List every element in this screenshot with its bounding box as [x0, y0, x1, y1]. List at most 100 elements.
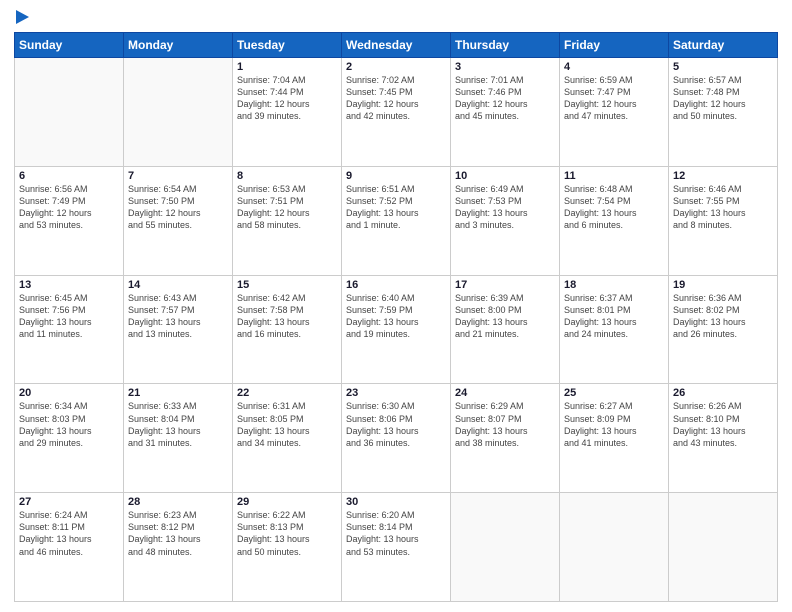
calendar-cell: 26Sunrise: 6:26 AM Sunset: 8:10 PM Dayli… — [669, 384, 778, 493]
calendar-cell: 4Sunrise: 6:59 AM Sunset: 7:47 PM Daylig… — [560, 58, 669, 167]
day-number: 8 — [237, 170, 337, 182]
day-detail: Sunrise: 6:24 AM Sunset: 8:11 PM Dayligh… — [19, 509, 119, 558]
calendar-cell: 2Sunrise: 7:02 AM Sunset: 7:45 PM Daylig… — [342, 58, 451, 167]
day-detail: Sunrise: 6:26 AM Sunset: 8:10 PM Dayligh… — [673, 400, 773, 449]
day-detail: Sunrise: 6:49 AM Sunset: 7:53 PM Dayligh… — [455, 183, 555, 232]
day-number: 7 — [128, 170, 228, 182]
calendar-cell: 1Sunrise: 7:04 AM Sunset: 7:44 PM Daylig… — [233, 58, 342, 167]
day-number: 14 — [128, 279, 228, 291]
calendar-header-row: SundayMondayTuesdayWednesdayThursdayFrid… — [15, 33, 778, 58]
calendar-cell: 13Sunrise: 6:45 AM Sunset: 7:56 PM Dayli… — [15, 275, 124, 384]
day-number: 23 — [346, 387, 446, 399]
day-detail: Sunrise: 6:22 AM Sunset: 8:13 PM Dayligh… — [237, 509, 337, 558]
day-number: 17 — [455, 279, 555, 291]
calendar-cell: 5Sunrise: 6:57 AM Sunset: 7:48 PM Daylig… — [669, 58, 778, 167]
day-number: 26 — [673, 387, 773, 399]
calendar-cell: 27Sunrise: 6:24 AM Sunset: 8:11 PM Dayli… — [15, 493, 124, 602]
day-number: 19 — [673, 279, 773, 291]
day-detail: Sunrise: 6:42 AM Sunset: 7:58 PM Dayligh… — [237, 292, 337, 341]
calendar-header-saturday: Saturday — [669, 33, 778, 58]
day-number: 6 — [19, 170, 119, 182]
calendar-cell: 29Sunrise: 6:22 AM Sunset: 8:13 PM Dayli… — [233, 493, 342, 602]
logo — [14, 10, 29, 24]
calendar-cell: 20Sunrise: 6:34 AM Sunset: 8:03 PM Dayli… — [15, 384, 124, 493]
calendar-cell — [560, 493, 669, 602]
day-detail: Sunrise: 7:02 AM Sunset: 7:45 PM Dayligh… — [346, 74, 446, 123]
calendar-cell: 9Sunrise: 6:51 AM Sunset: 7:52 PM Daylig… — [342, 166, 451, 275]
calendar-header-thursday: Thursday — [451, 33, 560, 58]
logo-arrow-icon — [16, 10, 29, 24]
day-detail: Sunrise: 6:29 AM Sunset: 8:07 PM Dayligh… — [455, 400, 555, 449]
day-number: 24 — [455, 387, 555, 399]
day-number: 21 — [128, 387, 228, 399]
day-number: 28 — [128, 496, 228, 508]
day-number: 12 — [673, 170, 773, 182]
calendar-cell: 30Sunrise: 6:20 AM Sunset: 8:14 PM Dayli… — [342, 493, 451, 602]
calendar-header-wednesday: Wednesday — [342, 33, 451, 58]
day-detail: Sunrise: 6:30 AM Sunset: 8:06 PM Dayligh… — [346, 400, 446, 449]
day-number: 25 — [564, 387, 664, 399]
day-number: 22 — [237, 387, 337, 399]
day-number: 10 — [455, 170, 555, 182]
calendar-cell — [15, 58, 124, 167]
day-detail: Sunrise: 6:34 AM Sunset: 8:03 PM Dayligh… — [19, 400, 119, 449]
calendar-cell: 3Sunrise: 7:01 AM Sunset: 7:46 PM Daylig… — [451, 58, 560, 167]
day-detail: Sunrise: 6:33 AM Sunset: 8:04 PM Dayligh… — [128, 400, 228, 449]
day-detail: Sunrise: 6:39 AM Sunset: 8:00 PM Dayligh… — [455, 292, 555, 341]
day-number: 27 — [19, 496, 119, 508]
calendar-cell: 23Sunrise: 6:30 AM Sunset: 8:06 PM Dayli… — [342, 384, 451, 493]
calendar-cell: 24Sunrise: 6:29 AM Sunset: 8:07 PM Dayli… — [451, 384, 560, 493]
header — [14, 10, 778, 24]
day-number: 18 — [564, 279, 664, 291]
calendar-cell — [669, 493, 778, 602]
day-detail: Sunrise: 6:54 AM Sunset: 7:50 PM Dayligh… — [128, 183, 228, 232]
day-detail: Sunrise: 6:20 AM Sunset: 8:14 PM Dayligh… — [346, 509, 446, 558]
day-detail: Sunrise: 6:23 AM Sunset: 8:12 PM Dayligh… — [128, 509, 228, 558]
logo-line1 — [14, 10, 29, 24]
day-number: 11 — [564, 170, 664, 182]
calendar-week-5: 27Sunrise: 6:24 AM Sunset: 8:11 PM Dayli… — [15, 493, 778, 602]
day-detail: Sunrise: 6:40 AM Sunset: 7:59 PM Dayligh… — [346, 292, 446, 341]
calendar-header-friday: Friday — [560, 33, 669, 58]
calendar-cell: 12Sunrise: 6:46 AM Sunset: 7:55 PM Dayli… — [669, 166, 778, 275]
calendar-table: SundayMondayTuesdayWednesdayThursdayFrid… — [14, 32, 778, 602]
calendar-cell: 7Sunrise: 6:54 AM Sunset: 7:50 PM Daylig… — [124, 166, 233, 275]
day-number: 3 — [455, 61, 555, 73]
calendar-cell: 28Sunrise: 6:23 AM Sunset: 8:12 PM Dayli… — [124, 493, 233, 602]
calendar-week-1: 1Sunrise: 7:04 AM Sunset: 7:44 PM Daylig… — [15, 58, 778, 167]
calendar-cell — [124, 58, 233, 167]
day-number: 9 — [346, 170, 446, 182]
day-number: 5 — [673, 61, 773, 73]
calendar-cell: 19Sunrise: 6:36 AM Sunset: 8:02 PM Dayli… — [669, 275, 778, 384]
calendar-cell: 11Sunrise: 6:48 AM Sunset: 7:54 PM Dayli… — [560, 166, 669, 275]
day-detail: Sunrise: 7:01 AM Sunset: 7:46 PM Dayligh… — [455, 74, 555, 123]
day-detail: Sunrise: 7:04 AM Sunset: 7:44 PM Dayligh… — [237, 74, 337, 123]
day-number: 20 — [19, 387, 119, 399]
day-detail: Sunrise: 6:56 AM Sunset: 7:49 PM Dayligh… — [19, 183, 119, 232]
day-detail: Sunrise: 6:43 AM Sunset: 7:57 PM Dayligh… — [128, 292, 228, 341]
day-detail: Sunrise: 6:45 AM Sunset: 7:56 PM Dayligh… — [19, 292, 119, 341]
day-number: 15 — [237, 279, 337, 291]
calendar-week-4: 20Sunrise: 6:34 AM Sunset: 8:03 PM Dayli… — [15, 384, 778, 493]
day-number: 1 — [237, 61, 337, 73]
calendar-cell: 6Sunrise: 6:56 AM Sunset: 7:49 PM Daylig… — [15, 166, 124, 275]
day-number: 13 — [19, 279, 119, 291]
calendar-week-3: 13Sunrise: 6:45 AM Sunset: 7:56 PM Dayli… — [15, 275, 778, 384]
calendar-cell: 22Sunrise: 6:31 AM Sunset: 8:05 PM Dayli… — [233, 384, 342, 493]
day-detail: Sunrise: 6:31 AM Sunset: 8:05 PM Dayligh… — [237, 400, 337, 449]
day-detail: Sunrise: 6:57 AM Sunset: 7:48 PM Dayligh… — [673, 74, 773, 123]
calendar-cell: 10Sunrise: 6:49 AM Sunset: 7:53 PM Dayli… — [451, 166, 560, 275]
day-number: 16 — [346, 279, 446, 291]
day-number: 4 — [564, 61, 664, 73]
day-number: 29 — [237, 496, 337, 508]
calendar-week-2: 6Sunrise: 6:56 AM Sunset: 7:49 PM Daylig… — [15, 166, 778, 275]
page: SundayMondayTuesdayWednesdayThursdayFrid… — [0, 0, 792, 612]
calendar-cell: 25Sunrise: 6:27 AM Sunset: 8:09 PM Dayli… — [560, 384, 669, 493]
calendar-header-monday: Monday — [124, 33, 233, 58]
day-detail: Sunrise: 6:51 AM Sunset: 7:52 PM Dayligh… — [346, 183, 446, 232]
calendar-cell: 16Sunrise: 6:40 AM Sunset: 7:59 PM Dayli… — [342, 275, 451, 384]
day-detail: Sunrise: 6:36 AM Sunset: 8:02 PM Dayligh… — [673, 292, 773, 341]
calendar-cell: 8Sunrise: 6:53 AM Sunset: 7:51 PM Daylig… — [233, 166, 342, 275]
day-detail: Sunrise: 6:59 AM Sunset: 7:47 PM Dayligh… — [564, 74, 664, 123]
calendar-cell — [451, 493, 560, 602]
